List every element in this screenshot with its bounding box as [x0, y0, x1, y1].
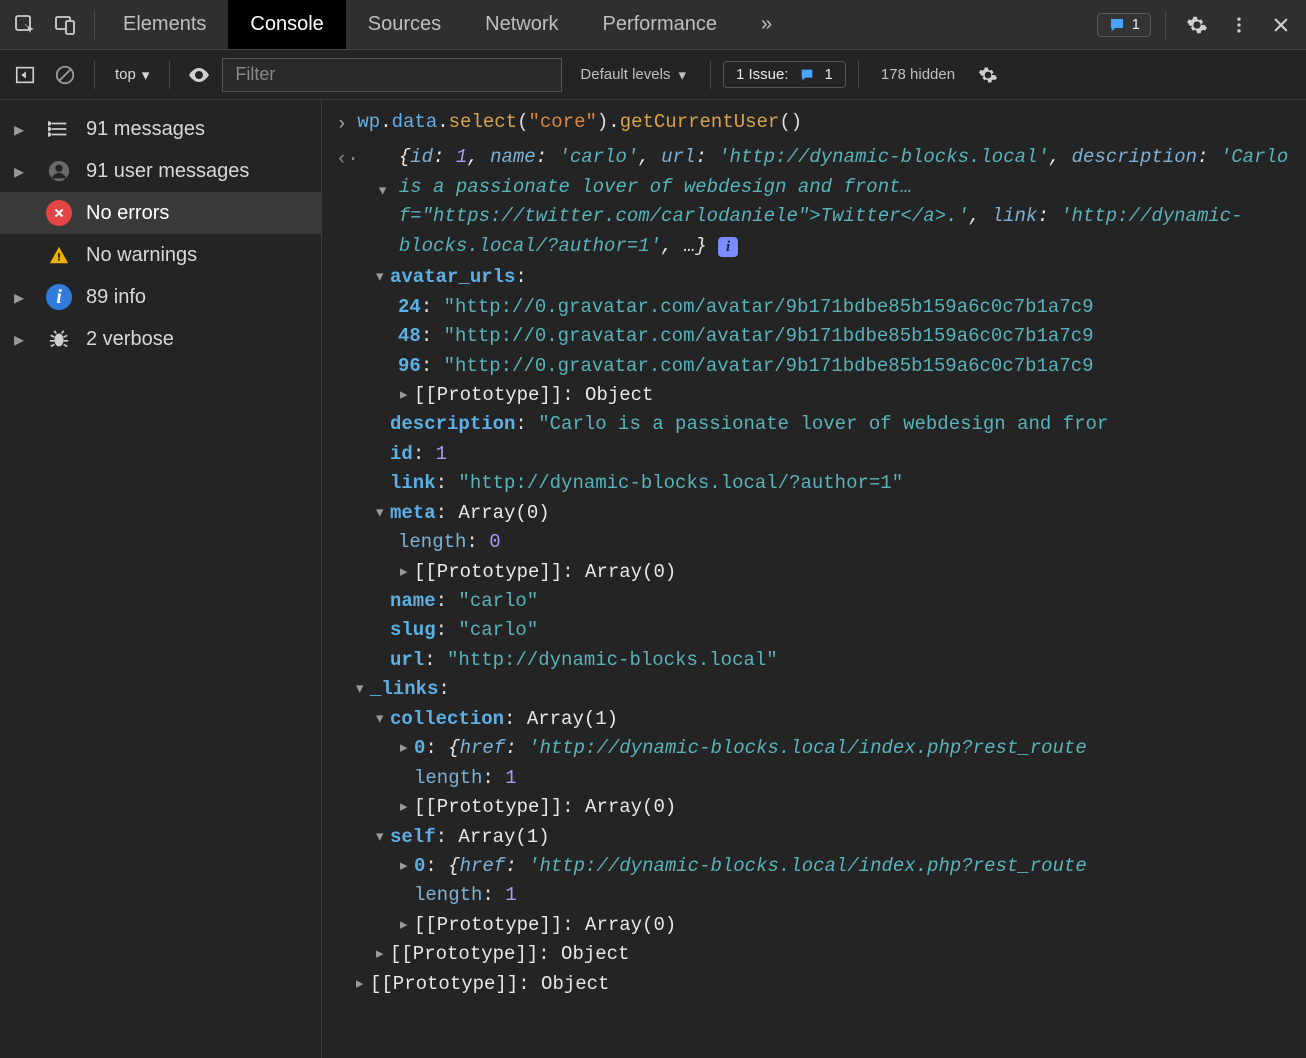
gear-icon[interactable] [1180, 8, 1214, 42]
sidebar-verbose[interactable]: ▸ 2 verbose [0, 318, 321, 360]
gear-icon[interactable] [971, 58, 1005, 92]
console-toolbar: top ▾ Default levels ▾ 1 Issue: 1 178 hi… [0, 50, 1306, 100]
issue-count: 1 [825, 66, 833, 83]
sidebar-warnings[interactable]: No warnings [0, 234, 321, 276]
tab-sources[interactable]: Sources [346, 0, 463, 49]
console-input-row[interactable]: › wp.data.select("core").getCurrentUser(… [330, 106, 1306, 141]
levels-label: Default levels [580, 66, 670, 83]
tab-console[interactable]: Console [228, 0, 345, 49]
close-icon[interactable] [1264, 8, 1298, 42]
tok: getCurrentUser [620, 111, 780, 133]
info-icon[interactable]: i [718, 237, 738, 257]
list-icon [46, 116, 72, 142]
inspect-icon[interactable] [8, 8, 42, 42]
error-icon [46, 200, 72, 226]
sidebar-errors[interactable]: No errors [0, 192, 321, 234]
input-caret-icon: › [336, 110, 347, 139]
clear-console-icon[interactable] [48, 58, 82, 92]
context-label: top [115, 66, 136, 83]
chevron-down-icon: ▾ [678, 66, 686, 84]
issue-label: 1 Issue: [736, 66, 789, 83]
user-icon [46, 158, 72, 184]
info-icon: i [46, 284, 72, 310]
warning-icon [46, 242, 72, 268]
sidebar-user-messages[interactable]: ▸ 91 user messages [0, 150, 321, 192]
console-output: › wp.data.select("core").getCurrentUser(… [322, 100, 1306, 1058]
console-result-row[interactable]: ‹· ▾ {id: 1, name: 'carlo', url: 'http:/… [330, 141, 1306, 263]
tok: data [392, 111, 438, 133]
filter-input[interactable] [222, 58, 562, 92]
tok: "core" [528, 111, 596, 133]
issues-count: 1 [1132, 16, 1140, 33]
bug-icon [46, 326, 72, 352]
chat-icon [799, 67, 815, 83]
output-caret-icon: ‹· [336, 145, 359, 174]
log-levels[interactable]: Default levels ▾ [568, 66, 698, 84]
device-toggle-icon[interactable] [48, 8, 82, 42]
sidebar-info[interactable]: ▸ i 89 info [0, 276, 321, 318]
sidebar-label: No errors [86, 202, 169, 225]
tab-network[interactable]: Network [463, 0, 580, 49]
sidebar-label: 91 messages [86, 118, 205, 141]
issues-badge[interactable]: 1 [1097, 13, 1151, 37]
tab-more-icon[interactable]: » [739, 0, 794, 49]
tab-performance[interactable]: Performance [581, 0, 740, 49]
tok: select [449, 111, 517, 133]
tok: wp [357, 111, 380, 133]
sidebar-label: 91 user messages [86, 160, 249, 183]
issue-pill[interactable]: 1 Issue: 1 [723, 61, 846, 88]
live-expression-icon[interactable] [182, 58, 216, 92]
tab-elements[interactable]: Elements [101, 0, 228, 49]
toggle-sidebar-icon[interactable] [8, 58, 42, 92]
hidden-count: 178 hidden [871, 66, 965, 83]
devtools-tabbar: Elements Console Sources Network Perform… [0, 0, 1306, 50]
sidebar-label: 89 info [86, 286, 146, 309]
context-selector[interactable]: top ▾ [107, 66, 157, 84]
chat-icon [1108, 16, 1126, 34]
expand-icon[interactable]: ▾ [377, 177, 388, 206]
object-tree[interactable]: ▾avatar_urls: 24: "http://0.gravatar.com… [330, 263, 1306, 999]
sidebar-messages[interactable]: ▸ 91 messages [0, 108, 321, 150]
chevron-down-icon: ▾ [142, 66, 150, 84]
sidebar-label: 2 verbose [86, 328, 174, 351]
kebab-icon[interactable] [1222, 8, 1256, 42]
sidebar-label: No warnings [86, 244, 197, 267]
console-sidebar: ▸ 91 messages ▸ 91 user messages No erro… [0, 100, 322, 1058]
